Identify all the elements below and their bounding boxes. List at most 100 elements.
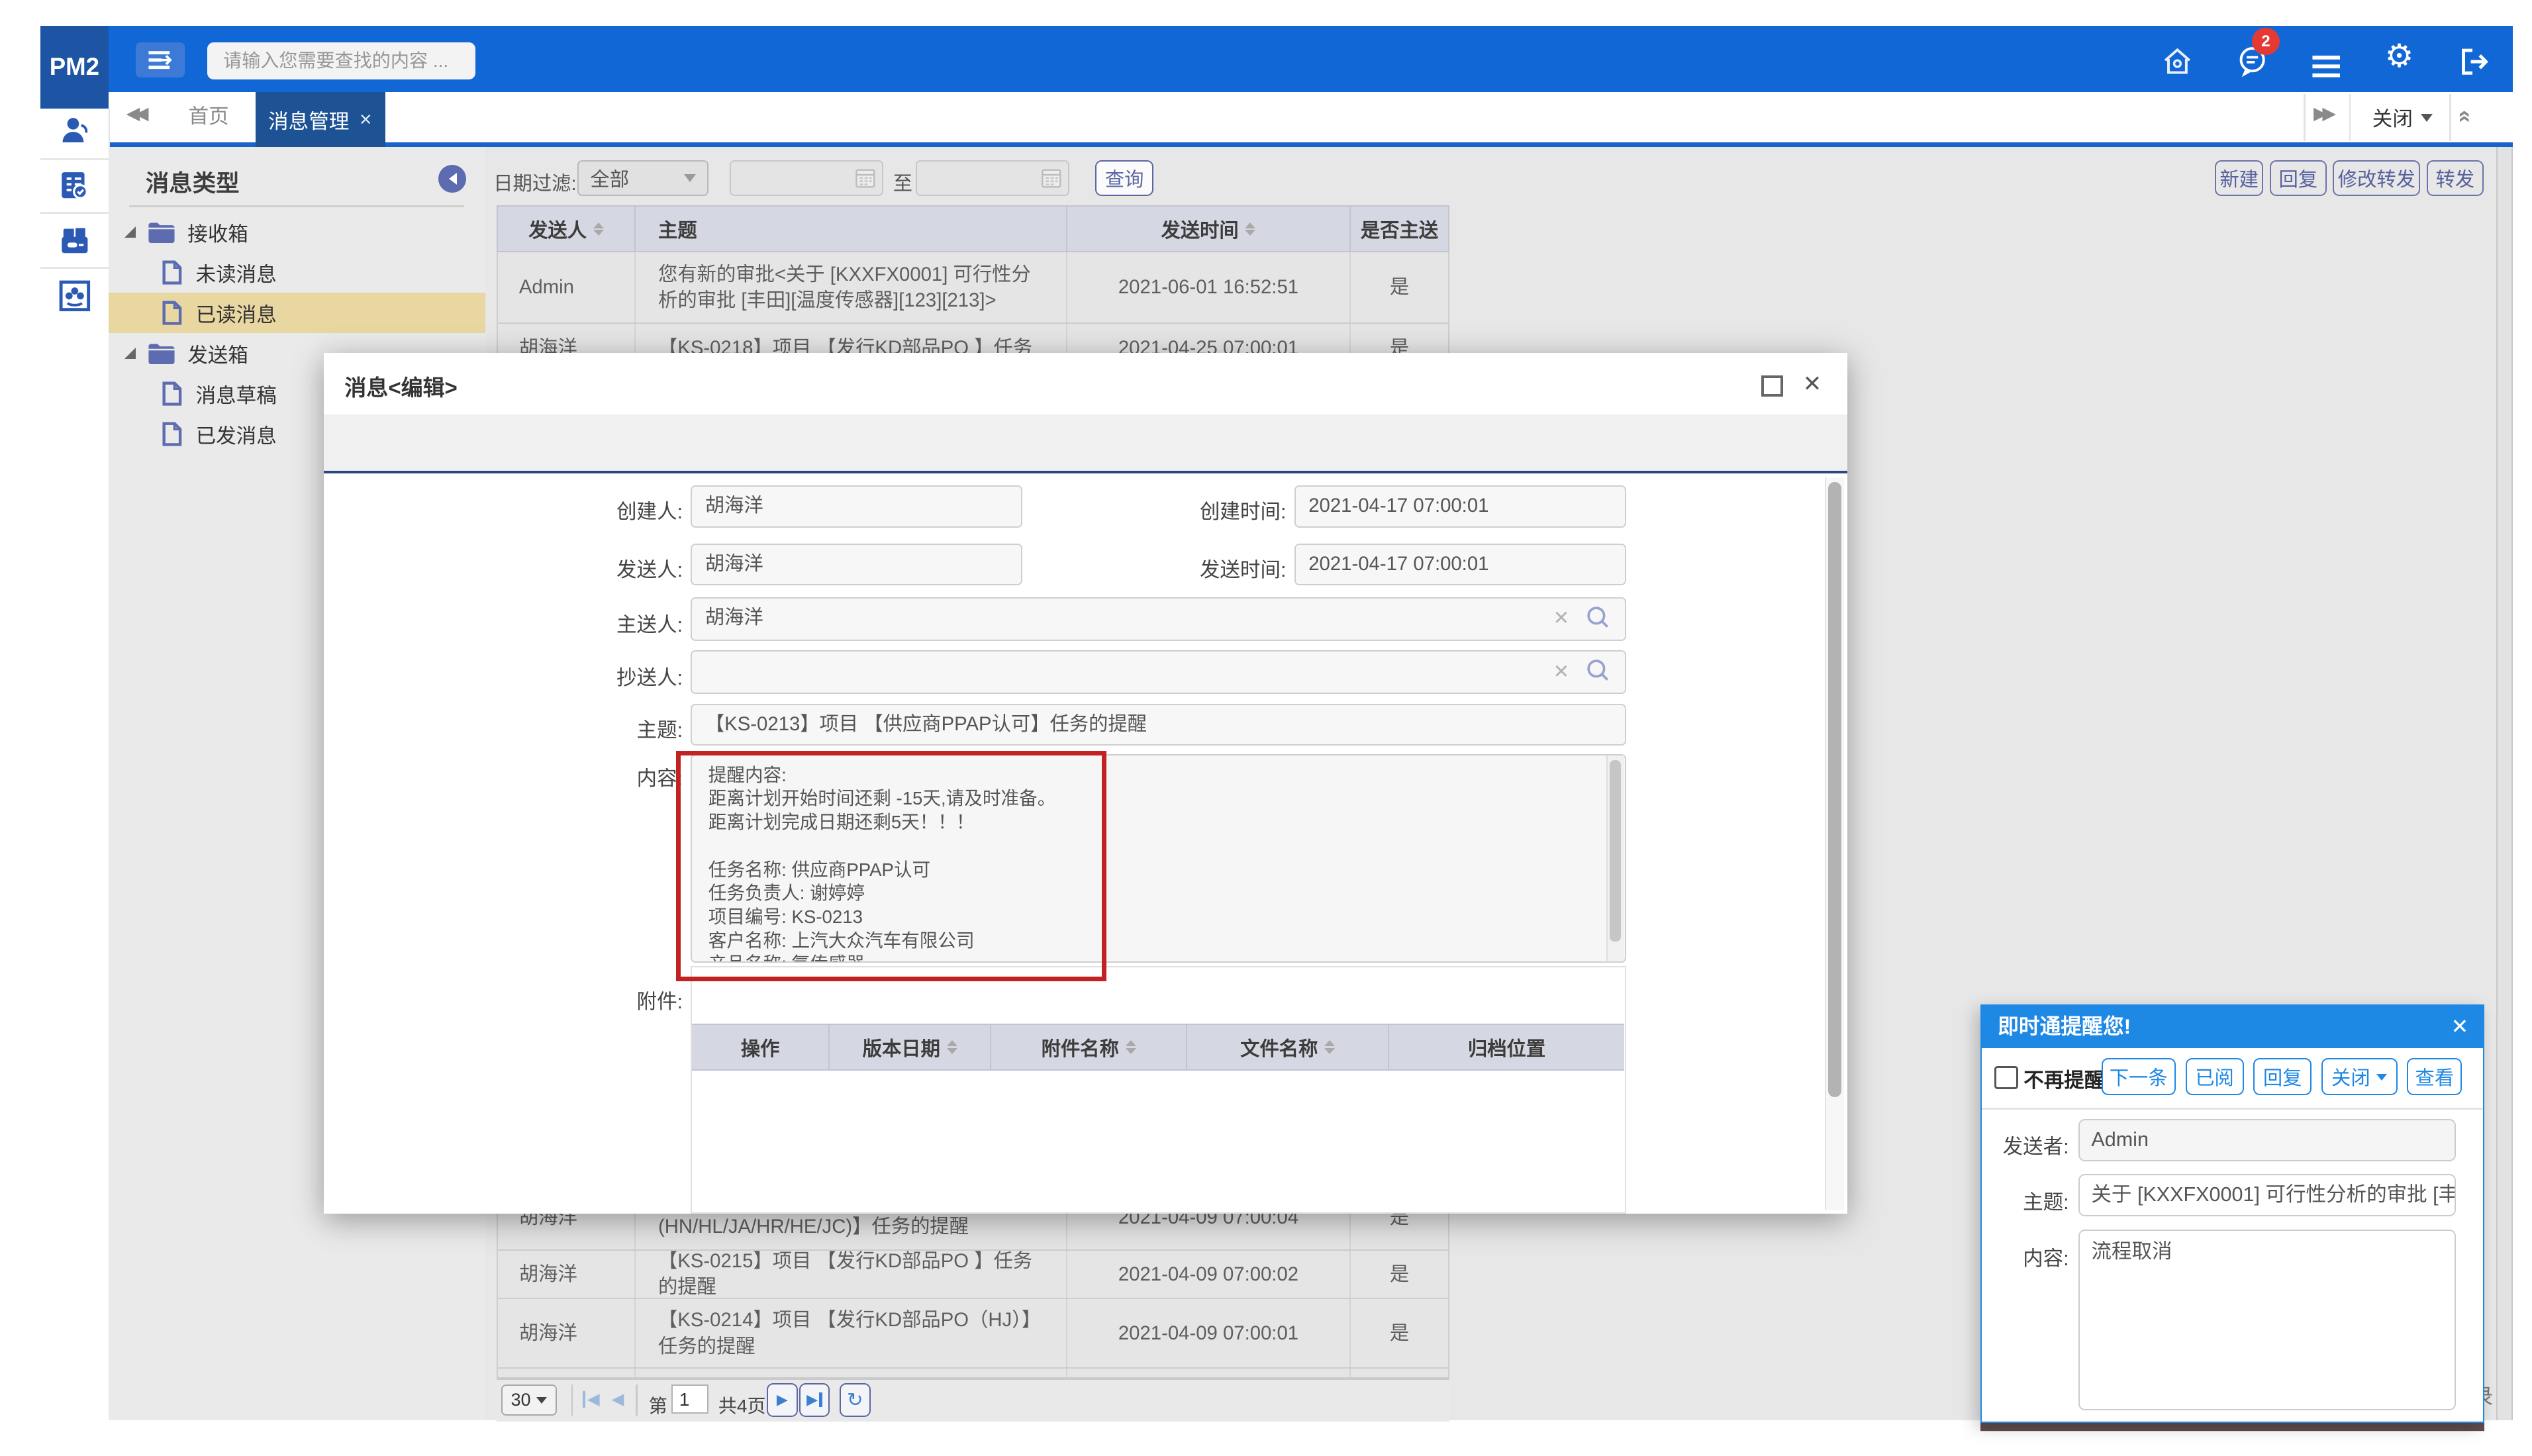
clear-icon[interactable]: ✕	[1553, 607, 1570, 630]
sort-icon[interactable]	[947, 1035, 957, 1059]
scrollbar-thumb[interactable]	[1610, 760, 1621, 942]
dialog-title: 消息<编辑>	[344, 371, 457, 402]
col-version-date[interactable]: 版本日期	[830, 1025, 991, 1069]
logout-icon[interactable]	[2456, 44, 2492, 79]
popup-subject-field[interactable]: 关于 [KXXFX0001] 可行性分析的审批 [丰田][温度传感器	[2078, 1174, 2455, 1216]
chevron-left-icon	[443, 173, 457, 185]
clear-icon[interactable]: ✕	[1553, 660, 1570, 683]
sort-icon[interactable]	[1245, 217, 1255, 241]
reply-button[interactable]: 回复	[2253, 1058, 2312, 1095]
table-header[interactable]: 发送人 主题 发送时间 是否主送	[497, 205, 1449, 252]
to-field[interactable]: 胡海洋	[691, 597, 1626, 641]
table-row[interactable]: Admin 您有新的审批<关于 [KXXFX0001] 可行性分析的审批 [丰田…	[497, 252, 1449, 324]
col-send-time[interactable]: 发送时间	[1067, 207, 1351, 251]
table-row-partial	[497, 1369, 1449, 1379]
sender-field[interactable]: 胡海洋	[691, 544, 1022, 586]
col-sender[interactable]: 发送人	[498, 207, 636, 251]
close-tabs-label: 关闭	[2372, 103, 2413, 132]
cell-sender: 胡海洋	[498, 1251, 636, 1298]
tab-message-management[interactable]: 消息管理 ✕	[256, 92, 385, 147]
popup-sender-field[interactable]: Admin	[2078, 1119, 2455, 1161]
sidebar-item-unread[interactable]: 未读消息	[109, 252, 485, 293]
send-time-field[interactable]: 2021-04-17 07:00:01	[1294, 544, 1626, 586]
next-message-button[interactable]: 下一条	[2102, 1058, 2176, 1095]
maximize-icon[interactable]	[1761, 375, 1782, 397]
first-page-button[interactable]: ◀	[583, 1389, 600, 1409]
sidebar-collapse-button[interactable]	[438, 165, 466, 193]
no-remind-checkbox[interactable]	[1994, 1066, 2018, 1089]
user-module-icon[interactable]	[57, 113, 93, 149]
cell-sender: Admin	[498, 252, 636, 322]
sort-icon[interactable]	[1126, 1035, 1136, 1059]
date-from-input[interactable]	[730, 160, 883, 196]
close-icon[interactable]: ✕	[2451, 1014, 2469, 1039]
projects-module-icon[interactable]	[57, 223, 93, 259]
search-icon[interactable]	[1586, 658, 1610, 683]
search-icon[interactable]	[1586, 605, 1610, 630]
table-row[interactable]: 胡海洋 【KS-0214】项目 【发行KD部品PO（HJ）】任务的提醒 2021…	[497, 1299, 1449, 1369]
view-button[interactable]: 查看	[2407, 1058, 2462, 1095]
page-size-select[interactable]: 30	[501, 1384, 556, 1415]
collapse-up-icon[interactable]: «	[2453, 110, 2478, 119]
subject-label: 主题:	[521, 714, 683, 743]
attachment-table-header[interactable]: 操作 版本日期 附件名称 文件名称 归档位置	[692, 1024, 1624, 1071]
hamburger-menu-icon[interactable]	[2309, 48, 2345, 84]
scrollbar-thumb[interactable]	[1828, 482, 1841, 1096]
mark-read-button[interactable]: 已阅	[2186, 1058, 2244, 1095]
scroll-tabs-left-icon[interactable]: ◀◀	[126, 103, 144, 124]
tree-expanded-icon[interactable]	[124, 348, 136, 359]
sort-icon[interactable]	[1324, 1035, 1335, 1059]
close-icon[interactable]: ✕	[1803, 371, 1822, 397]
scroll-tabs-right-icon[interactable]: ▶▶	[2313, 103, 2331, 124]
popup-sender-label: 发送者:	[1991, 1130, 2069, 1159]
creator-field[interactable]: 胡海洋	[691, 485, 1022, 528]
close-dropdown-button[interactable]: 关闭	[2321, 1058, 2398, 1095]
col-archive-location[interactable]: 归档位置	[1389, 1025, 1624, 1069]
date-to-input[interactable]	[916, 160, 1069, 196]
subject-field[interactable]: 【KS-0213】项目 【供应商PPAP认可】任务的提醒	[691, 704, 1626, 746]
table-row[interactable]: 胡海洋 【KS-0215】项目 【发行KD部品PO 】任务的提醒 2021-04…	[497, 1251, 1449, 1299]
tasks-module-icon[interactable]	[57, 168, 93, 204]
prev-page-button[interactable]: ◀	[612, 1389, 624, 1409]
col-file-name[interactable]: 文件名称	[1187, 1025, 1389, 1069]
col-operation[interactable]: 操作	[692, 1025, 830, 1069]
tab-close-icon[interactable]: ✕	[359, 110, 372, 130]
file-icon	[162, 381, 183, 407]
col-subject[interactable]: 主题	[636, 207, 1067, 251]
col-attachment-name[interactable]: 附件名称	[991, 1025, 1187, 1069]
tab-home[interactable]: 首页	[162, 92, 256, 142]
page-number-input[interactable]: 1	[671, 1384, 708, 1414]
main-scrollbar[interactable]	[2496, 147, 2512, 1420]
cc-field[interactable]	[691, 650, 1626, 694]
col-label: 发送时间	[1161, 215, 1238, 243]
popup-content-textarea[interactable]: 流程取消	[2078, 1230, 2455, 1411]
sidebar-toggle-button[interactable]	[136, 42, 184, 78]
sort-icon[interactable]	[593, 217, 604, 241]
new-button[interactable]: 新建	[2215, 160, 2263, 196]
col-is-main[interactable]: 是否主送	[1351, 207, 1449, 251]
refresh-button[interactable]: ↻	[840, 1383, 870, 1417]
date-range-select[interactable]: 全部	[577, 160, 708, 196]
pagination-bar: 30 ◀ ◀ 第 1 共4页 ▶ ▶ ↻	[497, 1379, 1449, 1422]
sidebar-item-inbox[interactable]: 接收箱	[109, 212, 485, 252]
next-page-button[interactable]: ▶	[767, 1383, 797, 1417]
integration-module-icon[interactable]	[57, 278, 93, 314]
tree-expanded-icon[interactable]	[124, 226, 136, 238]
popup-subject-label: 主题:	[1991, 1186, 2069, 1215]
reply-button[interactable]: 回复	[2270, 160, 2327, 196]
global-search-input[interactable]: 请输入您需要查找的内容 ...	[207, 42, 476, 79]
col-label: 发送人	[528, 215, 587, 243]
forward-button[interactable]: 转发	[2427, 160, 2484, 196]
home-icon[interactable]	[2160, 44, 2196, 79]
close-tabs-dropdown[interactable]: 关闭	[2359, 92, 2446, 142]
create-time-field[interactable]: 2021-04-17 07:00:01	[1294, 485, 1626, 528]
file-icon	[162, 421, 183, 447]
modify-forward-button[interactable]: 修改转发	[2333, 160, 2420, 196]
divider	[40, 267, 109, 268]
settings-gear-icon[interactable]: ⚙	[2382, 39, 2417, 75]
query-button[interactable]: 查询	[1095, 160, 1153, 196]
sidebar-item-read-selected[interactable]: 已读消息	[109, 293, 485, 333]
sidebar-item-label: 消息草稿	[196, 379, 277, 409]
last-page-button[interactable]: ▶	[799, 1383, 830, 1417]
divider	[2349, 94, 2351, 141]
